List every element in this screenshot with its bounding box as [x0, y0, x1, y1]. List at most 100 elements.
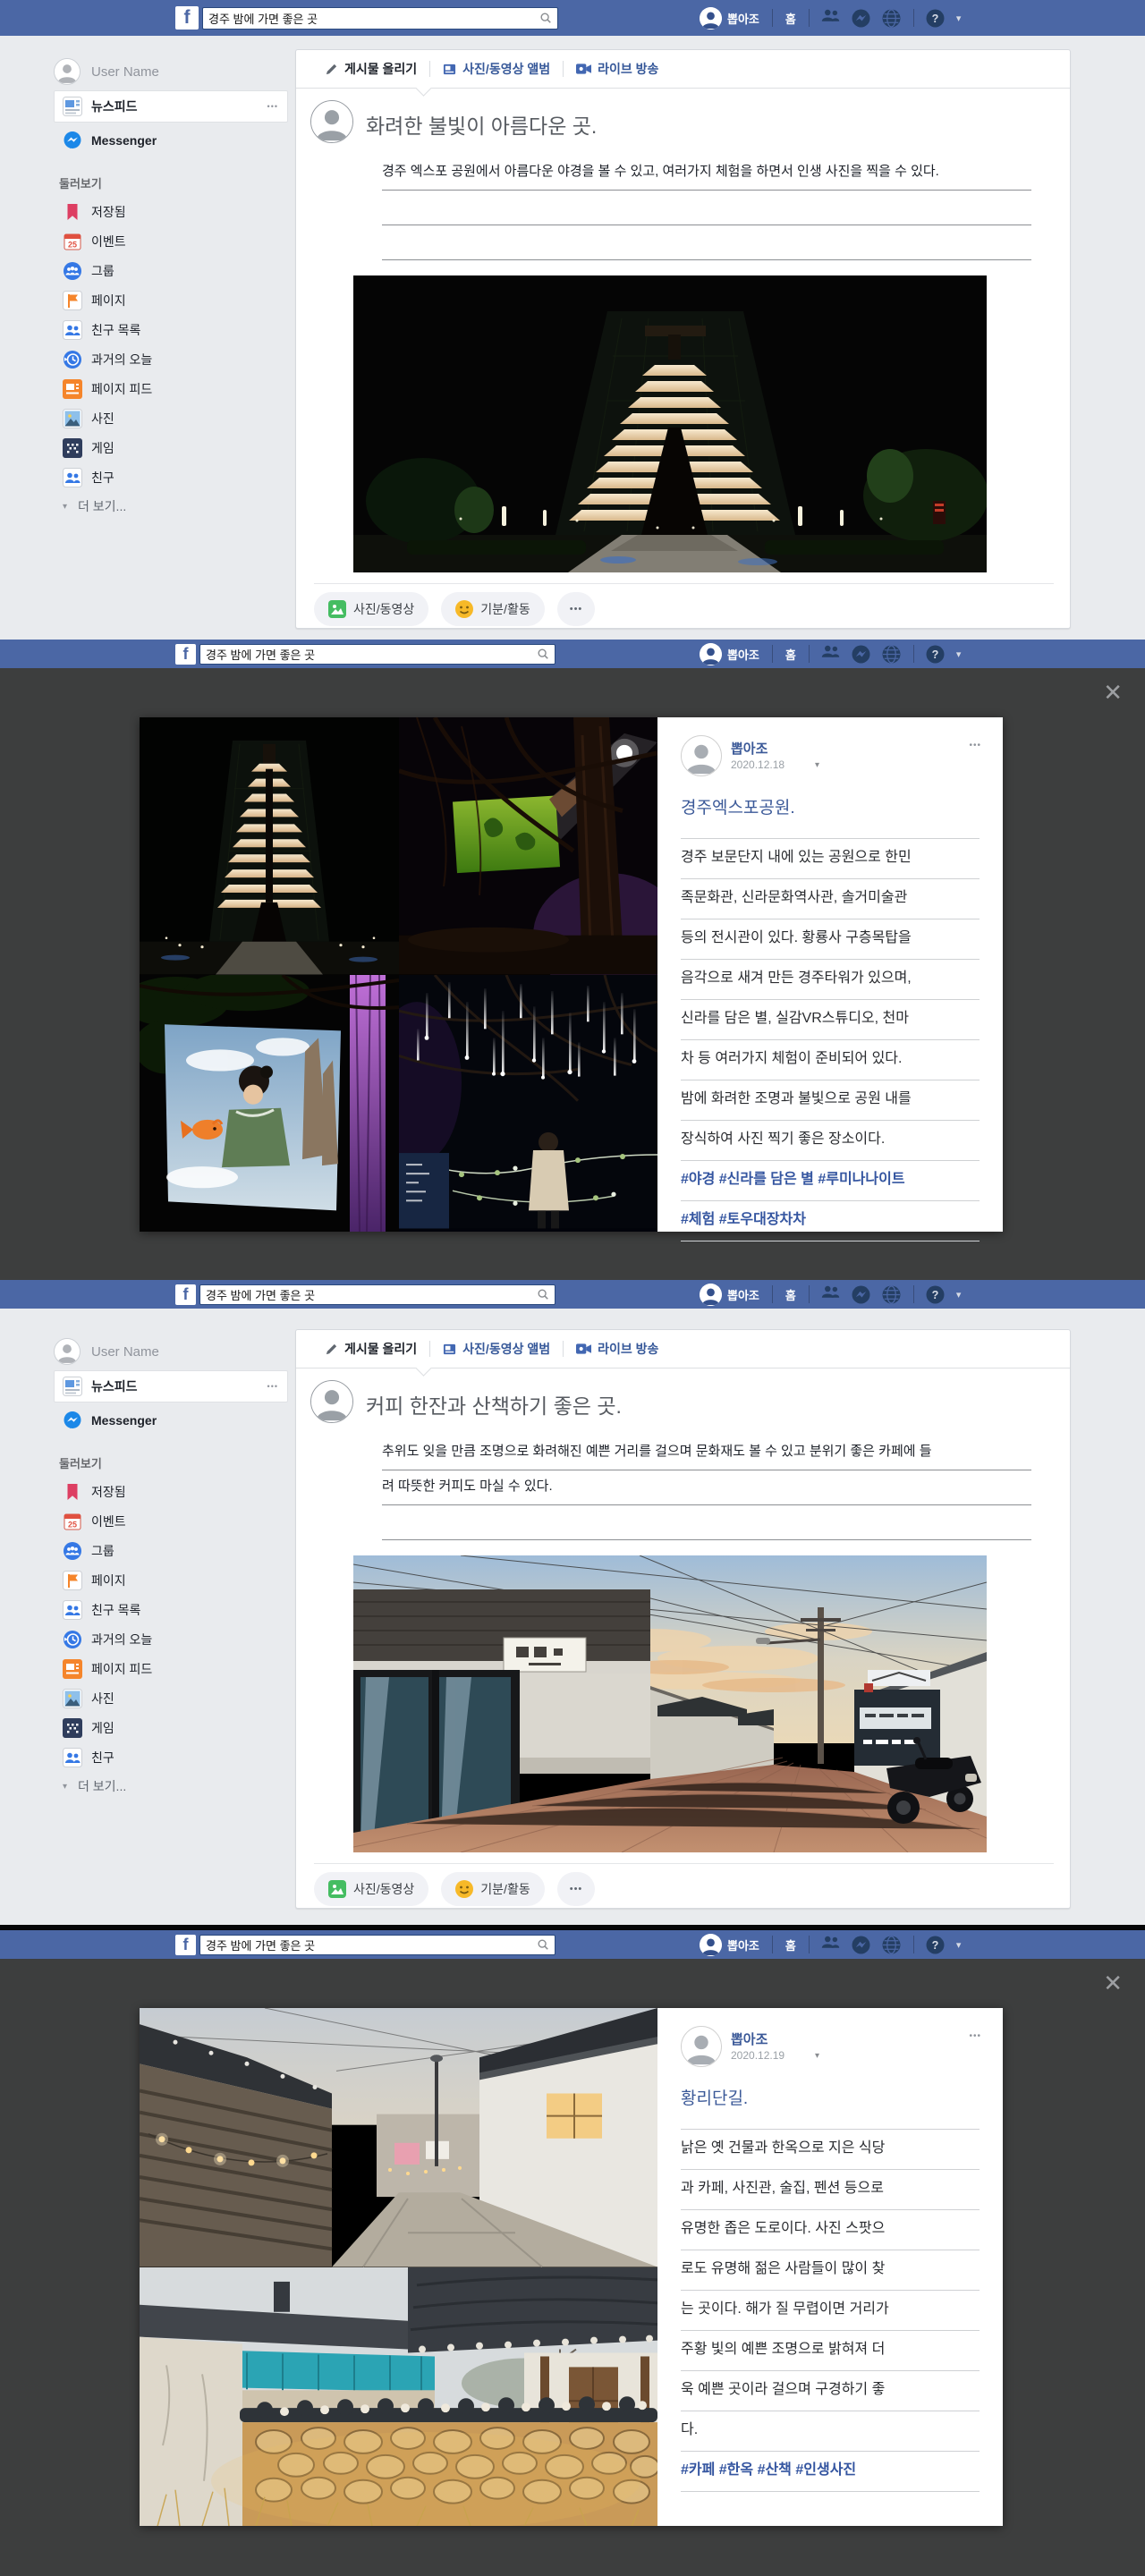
tab-photo-video-album[interactable]: 사진/동영상 앨범 — [430, 1340, 563, 1358]
notifications-globe-icon[interactable] — [882, 1285, 901, 1304]
search-input[interactable]: 경주 밤에 가면 좋은 곳 — [206, 1286, 537, 1303]
profile-link[interactable]: 뽑아조 — [727, 10, 759, 27]
post-body-line[interactable]: 추위도 잊을 만큼 조명으로 화려해진 예쁜 거리를 걸으며 문화재도 볼 수 … — [382, 1436, 1031, 1470]
author-name[interactable]: 뽑아조 — [731, 2029, 768, 2048]
home-link[interactable]: 홈 — [785, 1936, 796, 1953]
search-icon[interactable] — [539, 12, 552, 24]
facebook-logo[interactable]: f — [175, 644, 196, 665]
help-icon[interactable]: ? — [926, 9, 945, 28]
search-input[interactable]: 경주 밤에 가면 좋은 곳 — [208, 10, 539, 27]
account-menu-caret-icon[interactable]: ▾ — [956, 13, 962, 24]
notifications-globe-icon[interactable] — [882, 9, 901, 28]
sidebar-item-saved[interactable]: 저장됨 — [54, 197, 288, 226]
sidebar-profile[interactable]: User Name — [54, 1335, 288, 1368]
sidebar-item-pages-feed[interactable]: 페이지 피드 — [54, 374, 288, 403]
facebook-logo[interactable]: f — [175, 1284, 196, 1305]
home-link[interactable]: 홈 — [785, 1286, 796, 1303]
friend-requests-icon[interactable] — [821, 9, 840, 28]
post-author-avatar[interactable] — [681, 735, 722, 776]
photo-gyeongju-tower-night[interactable] — [140, 717, 399, 975]
sidebar-item-friends[interactable]: 친구 — [54, 1742, 288, 1772]
account-menu-caret-icon[interactable]: ▾ — [956, 1289, 962, 1301]
hashtags[interactable]: #체험 #토우대장차차 — [681, 1201, 980, 1241]
notifications-globe-icon[interactable] — [882, 645, 901, 664]
tab-live-video[interactable]: 라이브 방송 — [564, 60, 671, 78]
author-name[interactable]: 뽑아조 — [731, 739, 768, 758]
audience-caret-icon[interactable]: ▾ — [815, 2051, 819, 2061]
sidebar-item-messenger[interactable]: Messenger — [54, 125, 288, 155]
search-bar[interactable]: 경주 밤에 가면 좋은 곳 — [199, 644, 556, 665]
messages-icon[interactable] — [852, 1936, 870, 1954]
search-icon[interactable] — [537, 1288, 549, 1301]
photo-video-button[interactable]: 사진/동영상 — [314, 1872, 428, 1906]
profile-avatar[interactable] — [700, 1284, 722, 1306]
friend-requests-icon[interactable] — [821, 1285, 840, 1304]
post-date[interactable]: 2020.12.19 — [731, 2049, 785, 2062]
facebook-logo[interactable]: f — [175, 6, 199, 30]
sidebar-item-friend-lists[interactable]: 친구 목록 — [54, 1595, 288, 1624]
photo-forest-projection-hands[interactable] — [399, 717, 657, 975]
photo-meteor-lights-tree[interactable] — [399, 975, 657, 1233]
sidebar-item-on-this-day[interactable]: 과거의 오늘 — [54, 1624, 288, 1654]
friend-requests-icon[interactable] — [821, 645, 840, 664]
photo-hanok-teal-roof-stone-wall[interactable] — [140, 2267, 657, 2527]
post-body-line-empty[interactable] — [382, 191, 1031, 225]
search-bar[interactable]: 경주 밤에 가면 좋은 곳 — [202, 7, 558, 30]
profile-link[interactable]: 뽑아조 — [727, 646, 759, 663]
search-icon[interactable] — [537, 1938, 549, 1951]
help-icon[interactable]: ? — [926, 1285, 945, 1304]
profile-avatar[interactable] — [700, 7, 722, 30]
photo-video-button[interactable]: 사진/동영상 — [314, 592, 428, 626]
sidebar-item-friend-lists[interactable]: 친구 목록 — [54, 315, 288, 344]
sidebar-item-messenger[interactable]: Messenger — [54, 1405, 288, 1435]
more-actions-button[interactable]: ••• — [557, 1872, 596, 1906]
sidebar-item-events[interactable]: 25 이벤트 — [54, 226, 288, 256]
sidebar-item-photos[interactable]: 사진 — [54, 403, 288, 433]
search-input[interactable]: 경주 밤에 가면 좋은 곳 — [206, 646, 537, 663]
feeling-activity-button[interactable]: 기분/활동 — [441, 1872, 544, 1906]
sidebar-item-pages[interactable]: 페이지 — [54, 1565, 288, 1595]
home-link[interactable]: 홈 — [785, 10, 796, 27]
post-body-line-empty[interactable] — [382, 1505, 1031, 1540]
notifications-globe-icon[interactable] — [882, 1936, 901, 1954]
post-date[interactable]: 2020.12.18 — [731, 758, 785, 771]
post-body-line[interactable]: 경주 엑스포 공원에서 아름다운 야경을 볼 수 있고, 여러가지 체험을 하면… — [382, 156, 1031, 191]
post-body-line-empty[interactable] — [382, 225, 1031, 260]
sidebar-item-games[interactable]: 게임 — [54, 433, 288, 462]
facebook-logo[interactable]: f — [175, 1935, 196, 1955]
hashtags[interactable]: #야경 #신라를 담은 별 #루미나나이트 — [681, 1161, 980, 1201]
tab-make-post[interactable]: 게시물 올리기 — [312, 60, 429, 78]
close-icon[interactable]: ✕ — [1103, 681, 1123, 704]
post-body[interactable]: 추위도 잊을 만큼 조명으로 화려해진 예쁜 거리를 걸으며 문화재도 볼 수 … — [382, 1436, 1031, 1540]
account-menu-caret-icon[interactable]: ▾ — [956, 1939, 962, 1951]
sidebar-item-games[interactable]: 게임 — [54, 1713, 288, 1742]
sidebar-item-events[interactable]: 25 이벤트 — [54, 1506, 288, 1536]
friend-requests-icon[interactable] — [821, 1936, 840, 1954]
hashtags[interactable]: #카페 #한옥 #산책 #인생사진 — [681, 2452, 980, 2492]
search-bar[interactable]: 경주 밤에 가면 좋은 곳 — [199, 1284, 556, 1305]
newsfeed-options-icon[interactable]: ••• — [267, 102, 278, 111]
close-icon[interactable]: ✕ — [1103, 1971, 1123, 1995]
profile-avatar[interactable] — [700, 1934, 722, 1956]
sidebar-item-pages[interactable]: 페이지 — [54, 285, 288, 315]
sidebar-item-on-this-day[interactable]: 과거의 오늘 — [54, 344, 288, 374]
profile-link[interactable]: 뽑아조 — [727, 1936, 759, 1953]
tab-live-video[interactable]: 라이브 방송 — [564, 1340, 671, 1358]
search-icon[interactable] — [537, 648, 549, 660]
sidebar-profile[interactable]: User Name — [54, 55, 288, 88]
photo-hanok-alley-string-lights[interactable] — [140, 2008, 657, 2267]
post-author-avatar[interactable] — [681, 2026, 722, 2067]
photo-media-art-goldfish[interactable] — [140, 975, 399, 1233]
sidebar-item-photos[interactable]: 사진 — [54, 1683, 288, 1713]
sidebar-item-newsfeed[interactable]: 뉴스피드 ••• — [54, 90, 288, 123]
search-bar[interactable]: 경주 밤에 가면 좋은 곳 — [199, 1935, 556, 1955]
help-icon[interactable]: ? — [926, 645, 945, 664]
help-icon[interactable]: ? — [926, 1936, 945, 1954]
sidebar-item-groups[interactable]: 그룹 — [54, 256, 288, 285]
search-input[interactable]: 경주 밤에 가면 좋은 곳 — [206, 1936, 537, 1953]
post-photo-expo-tower-night[interactable] — [353, 275, 987, 572]
post-options-icon[interactable]: ••• — [969, 741, 981, 750]
sidebar-item-friends[interactable]: 친구 — [54, 462, 288, 492]
post-body[interactable]: 경주 엑스포 공원에서 아름다운 야경을 볼 수 있고, 여러가지 체험을 하면… — [382, 156, 1031, 260]
sidebar-see-more[interactable]: ▾ 더 보기... — [63, 492, 288, 521]
